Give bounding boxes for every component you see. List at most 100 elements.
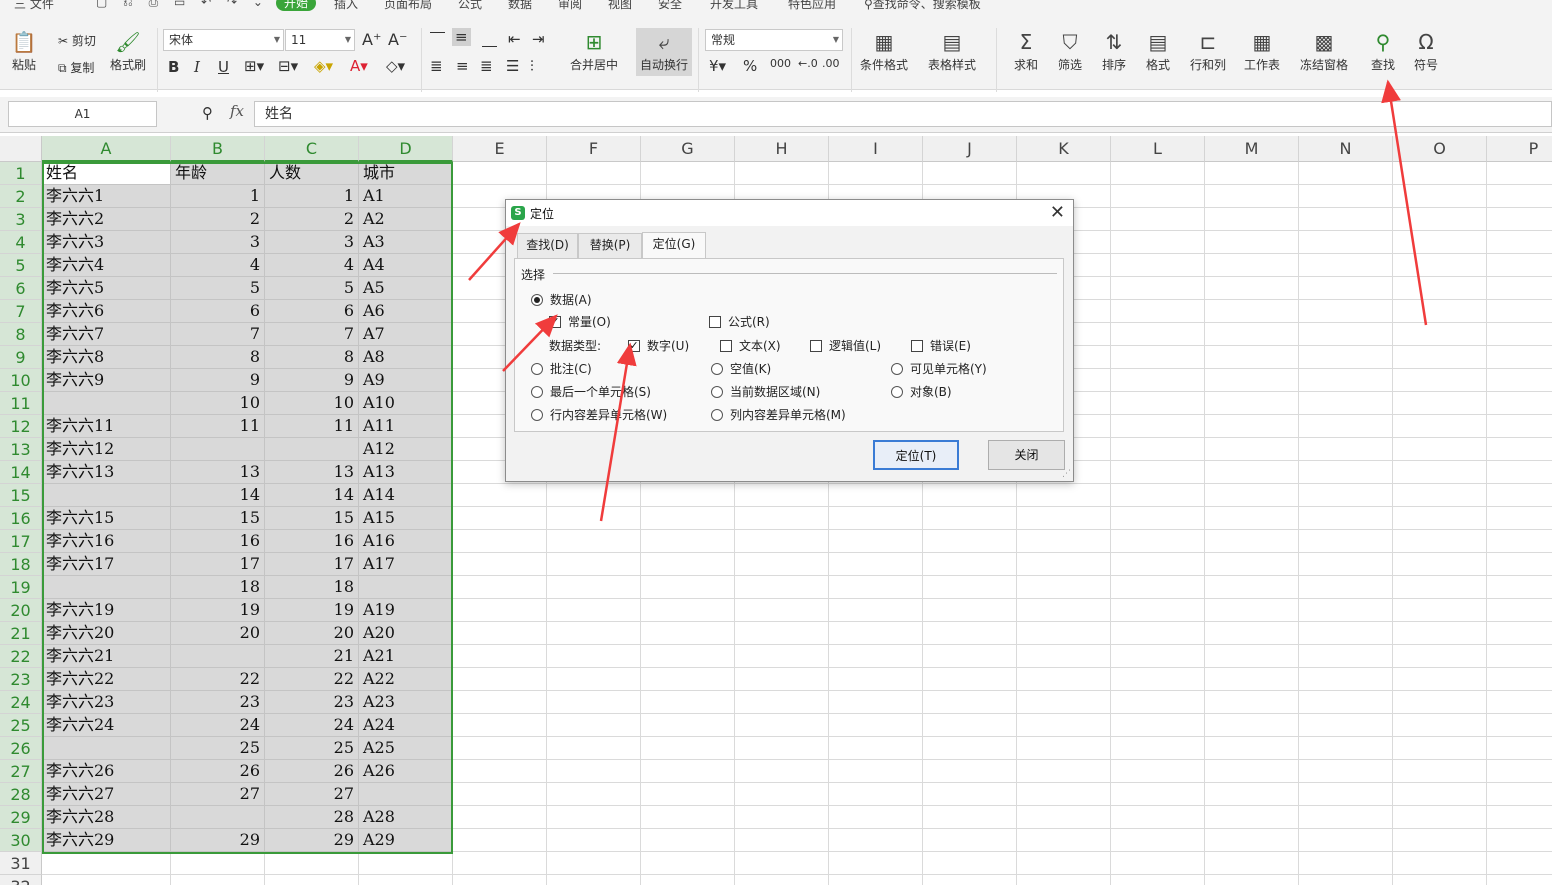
cell-P1[interactable]	[1487, 162, 1552, 185]
cell-P3[interactable]	[1487, 208, 1552, 231]
cell-N15[interactable]	[1299, 484, 1393, 507]
freeze-panes-button[interactable]: ▩ 冻结窗格	[1300, 28, 1348, 73]
cell-C13[interactable]	[265, 438, 359, 461]
find-button[interactable]: ⚲ 查找	[1369, 28, 1397, 73]
radio-col-diff[interactable]: 列内容差异单元格(M)	[711, 406, 846, 423]
cell-J17[interactable]	[923, 530, 1017, 553]
cell-F26[interactable]	[547, 737, 641, 760]
cell-L4[interactable]	[1111, 231, 1205, 254]
cell-K31[interactable]	[1017, 852, 1111, 875]
cell-M14[interactable]	[1205, 461, 1299, 484]
cell-N29[interactable]	[1299, 806, 1393, 829]
cell-P2[interactable]	[1487, 185, 1552, 208]
increase-font-icon[interactable]: A⁺	[362, 30, 381, 49]
cell-N10[interactable]	[1299, 369, 1393, 392]
cell-H32[interactable]	[735, 875, 829, 885]
cell-M15[interactable]	[1205, 484, 1299, 507]
cell-L12[interactable]	[1111, 415, 1205, 438]
cell-N11[interactable]	[1299, 392, 1393, 415]
border-icon[interactable]: ⊞▾	[244, 57, 264, 75]
column-header-J[interactable]: J	[923, 136, 1017, 162]
row-header[interactable]: 31	[0, 852, 42, 875]
cell-B23[interactable]: 22	[171, 668, 265, 691]
row-header[interactable]: 29	[0, 806, 42, 829]
cell-D31[interactable]	[359, 852, 453, 875]
cell-A6[interactable]: 李六六5	[42, 277, 171, 300]
column-header-B[interactable]: B	[171, 136, 265, 162]
cell-N14[interactable]	[1299, 461, 1393, 484]
cell-C32[interactable]	[265, 875, 359, 885]
cell-O1[interactable]	[1393, 162, 1487, 185]
cell-D5[interactable]: A4	[359, 254, 453, 277]
cell-L23[interactable]	[1111, 668, 1205, 691]
cell-N31[interactable]	[1299, 852, 1393, 875]
cell-A16[interactable]: 李六六15	[42, 507, 171, 530]
cell-B15[interactable]: 14	[171, 484, 265, 507]
cell-G20[interactable]	[641, 599, 735, 622]
cell-I20[interactable]	[829, 599, 923, 622]
cell-J19[interactable]	[923, 576, 1017, 599]
cell-D7[interactable]: A6	[359, 300, 453, 323]
format-painter-button[interactable]: 🖌 格式刷	[110, 28, 146, 73]
paste-button[interactable]: 📋 粘贴	[10, 28, 38, 73]
cell-D1[interactable]: 城市	[359, 162, 453, 185]
cell-P5[interactable]	[1487, 254, 1552, 277]
name-box[interactable]: A1	[8, 101, 157, 127]
number-format-select[interactable]: 常规 ▼	[705, 29, 843, 51]
cell-L16[interactable]	[1111, 507, 1205, 530]
cell-G21[interactable]	[641, 622, 735, 645]
cell-A14[interactable]: 李六六13	[42, 461, 171, 484]
cell-B1[interactable]: 年龄	[171, 162, 265, 185]
tab-review[interactable]: 审阅	[558, 0, 582, 12]
cell-J16[interactable]	[923, 507, 1017, 530]
cell-C18[interactable]: 17	[265, 553, 359, 576]
checkbox-text[interactable]: 文本(X)	[720, 337, 781, 354]
row-header[interactable]: 28	[0, 783, 42, 806]
cell-D11[interactable]: A10	[359, 392, 453, 415]
cell-O18[interactable]	[1393, 553, 1487, 576]
cell-O22[interactable]	[1393, 645, 1487, 668]
row-header[interactable]: 6	[0, 277, 42, 300]
cell-N23[interactable]	[1299, 668, 1393, 691]
cell-A7[interactable]: 李六六6	[42, 300, 171, 323]
cell-P10[interactable]	[1487, 369, 1552, 392]
cell-A9[interactable]: 李六六8	[42, 346, 171, 369]
cell-M10[interactable]	[1205, 369, 1299, 392]
cell-C8[interactable]: 7	[265, 323, 359, 346]
cell-E28[interactable]	[453, 783, 547, 806]
cell-I21[interactable]	[829, 622, 923, 645]
column-header-A[interactable]: A	[42, 136, 171, 162]
cell-I25[interactable]	[829, 714, 923, 737]
cell-B8[interactable]: 7	[171, 323, 265, 346]
cell-E17[interactable]	[453, 530, 547, 553]
cell-P16[interactable]	[1487, 507, 1552, 530]
worksheet-button[interactable]: ▦ 工作表	[1244, 28, 1280, 73]
cell-B24[interactable]: 23	[171, 691, 265, 714]
cell-D30[interactable]: A29	[359, 829, 453, 852]
cell-A23[interactable]: 李六六22	[42, 668, 171, 691]
cell-D22[interactable]: A21	[359, 645, 453, 668]
cell-I23[interactable]	[829, 668, 923, 691]
cell-B22[interactable]	[171, 645, 265, 668]
fill-color-icon[interactable]: ◈▾	[314, 57, 333, 75]
cell-J24[interactable]	[923, 691, 1017, 714]
cell-B18[interactable]: 17	[171, 553, 265, 576]
tab-home[interactable]: 开始	[276, 0, 317, 11]
cell-D32[interactable]	[359, 875, 453, 885]
cell-L31[interactable]	[1111, 852, 1205, 875]
cell-L27[interactable]	[1111, 760, 1205, 783]
dialog-titlebar[interactable]: S 定位 ✕	[506, 200, 1073, 226]
cell-L22[interactable]	[1111, 645, 1205, 668]
filter-button[interactable]: ⛉ 筛选	[1056, 28, 1084, 73]
cell-I29[interactable]	[829, 806, 923, 829]
cell-K25[interactable]	[1017, 714, 1111, 737]
row-header[interactable]: 16	[0, 507, 42, 530]
cell-G31[interactable]	[641, 852, 735, 875]
cell-A18[interactable]: 李六六17	[42, 553, 171, 576]
cell-A20[interactable]: 李六六19	[42, 599, 171, 622]
column-header-L[interactable]: L	[1111, 136, 1205, 162]
sort-button[interactable]: ⇅ 排序	[1100, 28, 1128, 73]
cell-C3[interactable]: 2	[265, 208, 359, 231]
fill-format-icon[interactable]: ⊟▾	[278, 57, 298, 75]
cell-D4[interactable]: A3	[359, 231, 453, 254]
